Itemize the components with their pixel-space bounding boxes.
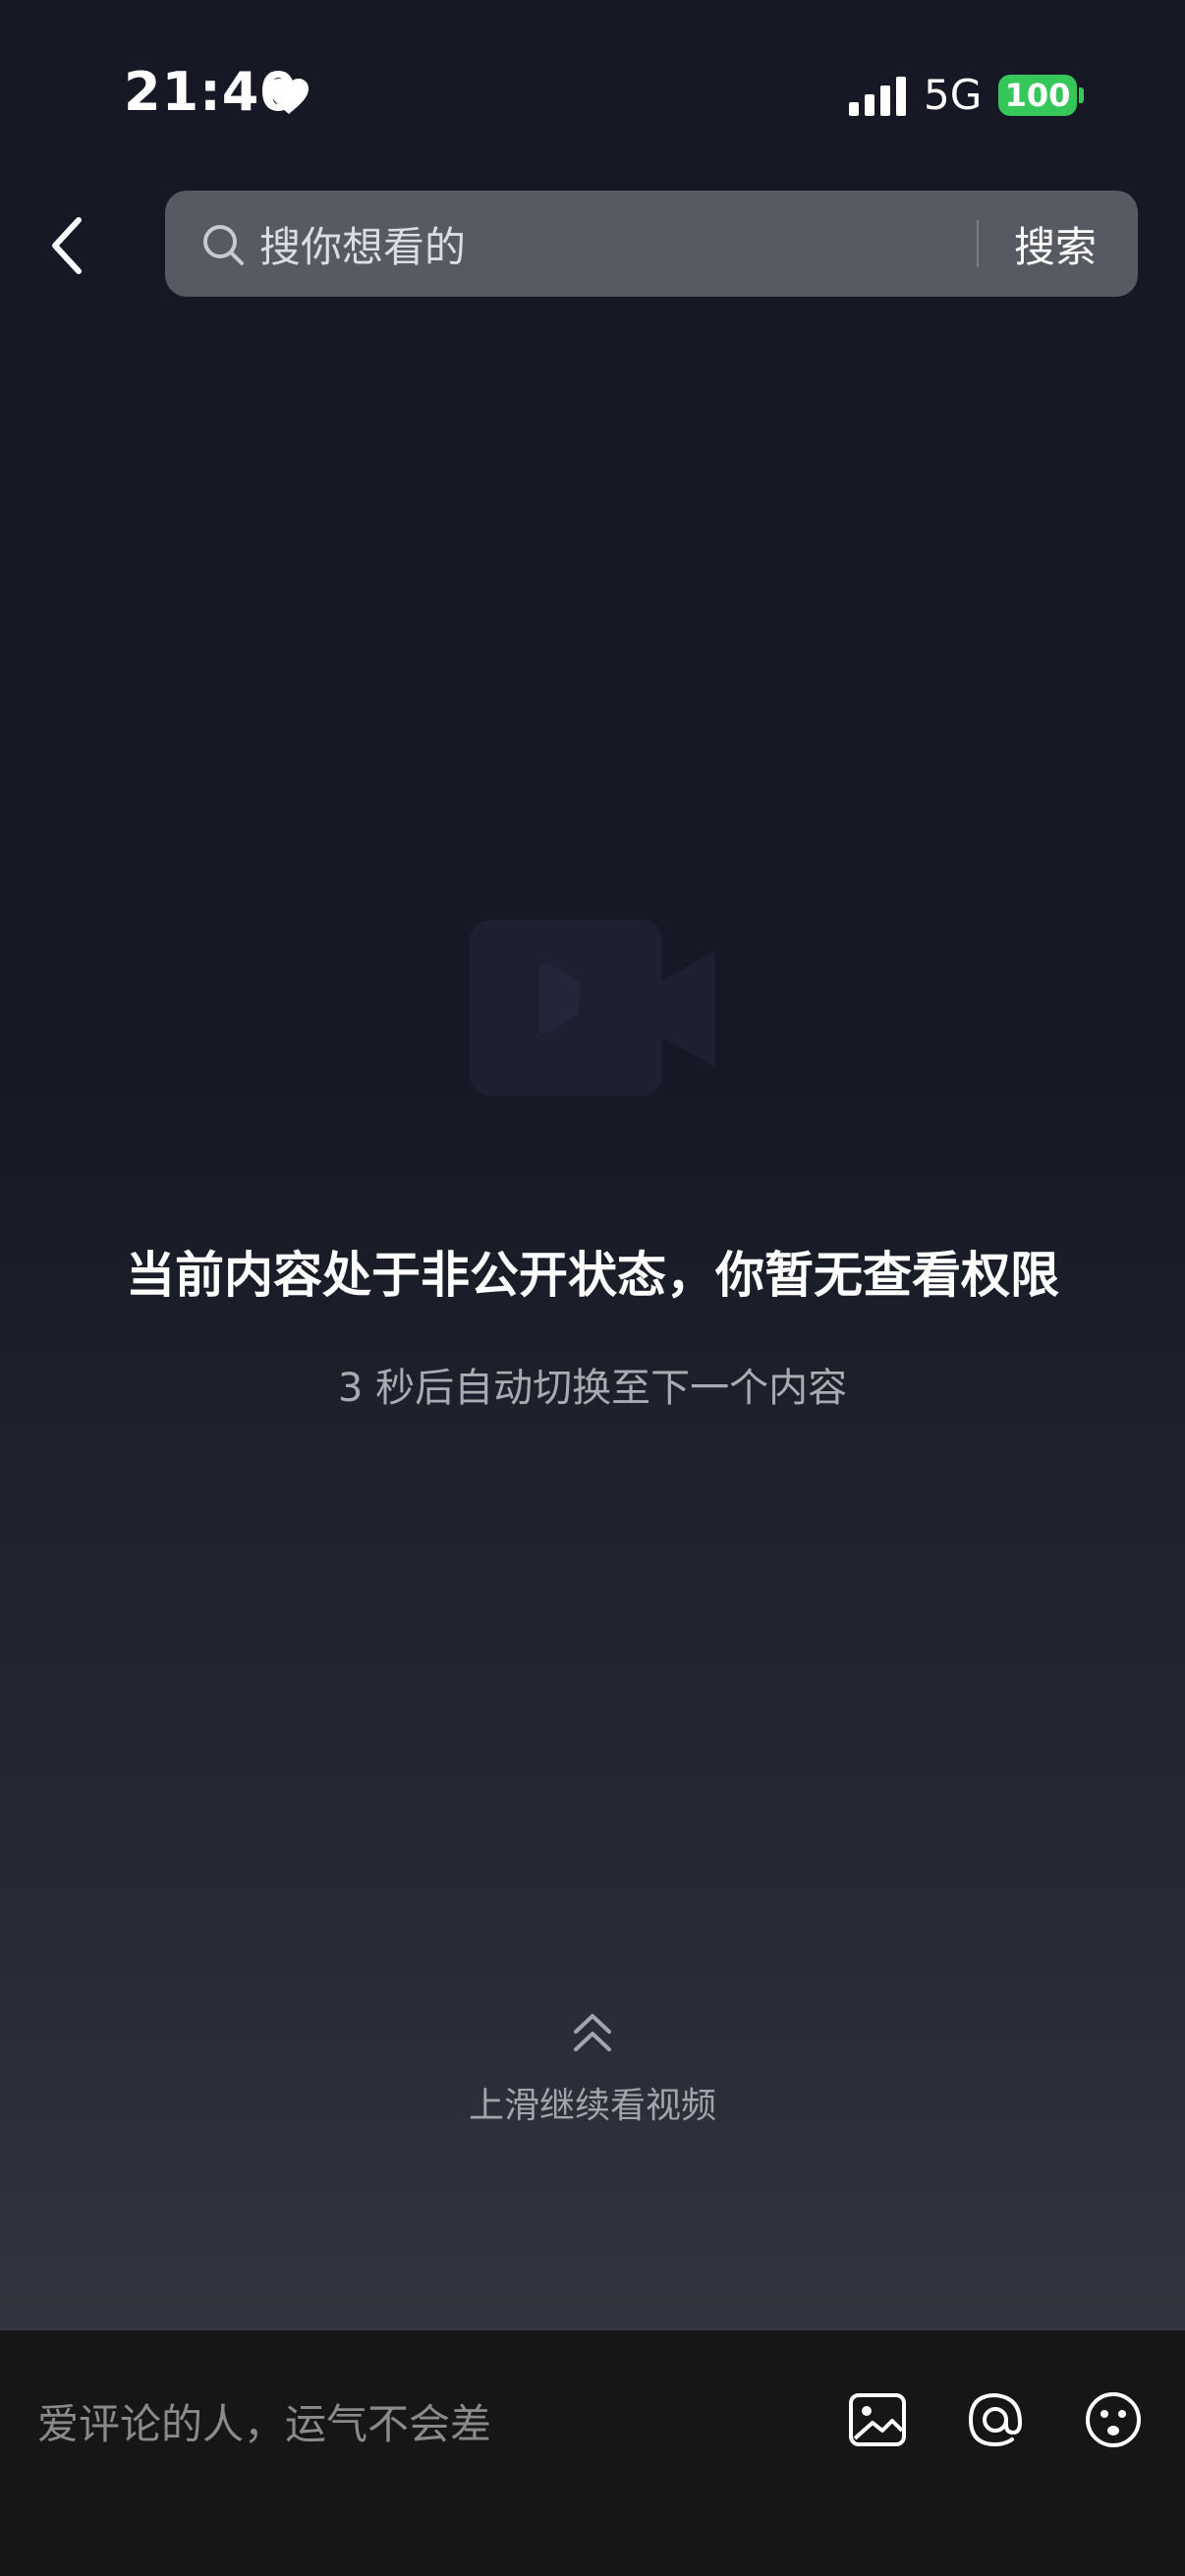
search-bar[interactable]: 搜你想看的 搜索 (165, 191, 1138, 297)
search-divider (977, 220, 979, 267)
back-arrow-icon[interactable] (39, 206, 98, 285)
auto-switch-countdown: 3 秒后自动切换至下一个内容 (337, 1366, 848, 1411)
battery-tip (1079, 87, 1084, 103)
at-icon[interactable] (963, 2387, 1028, 2452)
private-content-message: 当前内容处于非公开状态，你暂无查看权限 (126, 1247, 1059, 1304)
heart-icon (269, 79, 309, 114)
comment-input[interactable]: 爱评论的人，运气不会差 (37, 2385, 804, 2464)
search-icon (203, 225, 244, 265)
status-bar: 21:40 5G 100 (0, 0, 1185, 187)
emoji-icon[interactable] (1081, 2387, 1146, 2452)
battery-icon: 100 (998, 75, 1077, 116)
network-type: 5G (924, 71, 983, 119)
swipe-up-hint: 上滑继续看视频 (468, 2086, 716, 2126)
video-placeholder-icon (470, 920, 715, 1096)
search-button[interactable]: 搜索 (1014, 214, 1097, 274)
search-input[interactable]: 搜你想看的 (259, 214, 466, 274)
image-icon[interactable] (845, 2387, 910, 2452)
swipe-up-chevron-icon (574, 2014, 611, 2051)
comment-bar: 爱评论的人，运气不会差 (0, 2330, 1185, 2576)
signal-icon (849, 77, 906, 116)
